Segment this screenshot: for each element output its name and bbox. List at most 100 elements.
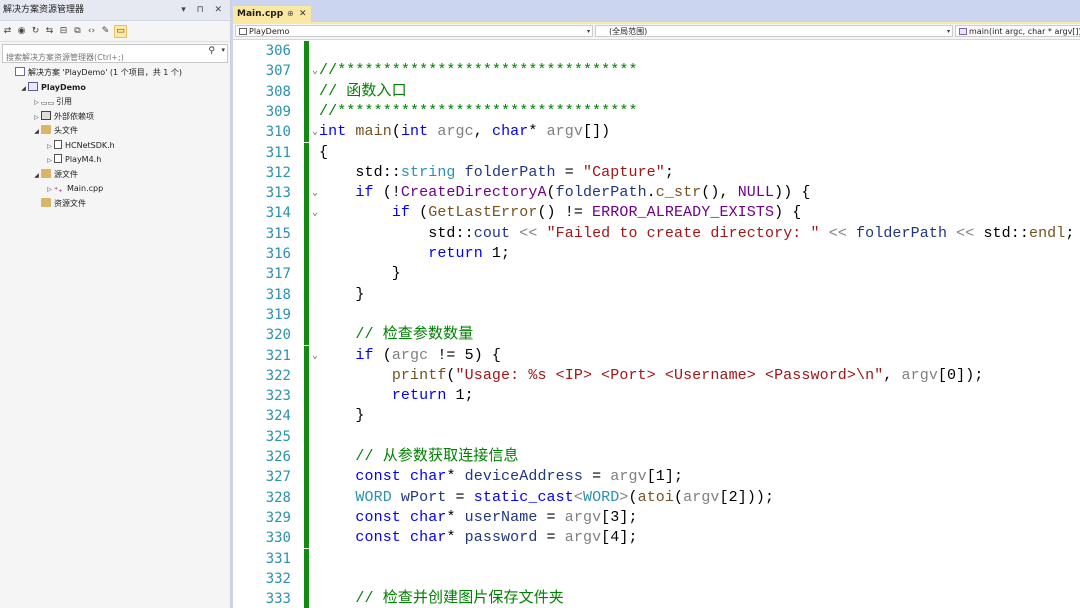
code-line[interactable]: 321 ⌄ if (argc != 5) { (233, 345, 1080, 366)
change-marker (304, 304, 309, 326)
tree-item-label: PlayM4.h (65, 155, 102, 164)
line-number: 333 (265, 591, 291, 608)
close-icon[interactable]: ✕ (299, 6, 307, 22)
history-icon[interactable]: ↻ (30, 26, 41, 37)
code-line[interactable]: 329 const char* userName = argv[3]; (233, 507, 1080, 529)
line-number: 314 (265, 205, 291, 222)
collapse-all-icon[interactable]: ⊟ (58, 26, 69, 37)
folder-icon (41, 125, 51, 134)
chevron-down-icon[interactable]: ▾ (221, 46, 225, 54)
code-line[interactable]: 319 (233, 304, 1080, 326)
code-line[interactable]: 308 // 函数入口 (233, 81, 1080, 102)
project-dropdown[interactable]: PlayDemo ▾ (235, 25, 593, 37)
tree-item-label: 头文件 (54, 126, 78, 135)
solution-search-input[interactable] (3, 50, 199, 65)
code-line[interactable]: 310 ⌄ int main(int argc, char* argv[]) (233, 122, 1080, 143)
code-text: } (319, 265, 401, 283)
code-line[interactable]: 315 std::cout << "Failed to create direc… (233, 223, 1080, 244)
header-file-icon (54, 154, 62, 163)
tree-item[interactable]: ▷ ▭▭ 引用 (0, 95, 230, 110)
code-view-icon[interactable]: ‹› (86, 26, 97, 37)
code-line[interactable]: 320 // 检查参数数量 (233, 325, 1080, 346)
code-line[interactable]: 333 // 检查并创建图片保存文件夹 (233, 589, 1080, 608)
arrows-icon[interactable]: ⇆ (44, 26, 55, 37)
change-marker (304, 203, 309, 224)
line-number: 307 (265, 63, 291, 80)
change-marker (304, 81, 309, 102)
preview-icon[interactable]: ▭ (114, 24, 127, 38)
tree-item[interactable]: ▷ PlayM4.h (0, 153, 230, 168)
tree-item[interactable]: ◢ 头文件 (0, 124, 230, 139)
function-name: main(int argc, char * argv[]) (969, 27, 1080, 36)
collapsed-arrow-icon[interactable]: ▷ (32, 111, 41, 126)
show-all-files-icon[interactable]: ⧉ (72, 26, 83, 37)
code-line[interactable]: 323 return 1; (233, 386, 1080, 407)
change-marker (304, 528, 309, 549)
change-marker (304, 162, 309, 184)
code-text: } (319, 285, 365, 303)
collapsed-arrow-icon[interactable]: ▷ (45, 183, 54, 198)
code-line[interactable]: 307 ⌄//********************************* (233, 61, 1080, 82)
change-marker (304, 284, 309, 305)
code-line[interactable]: 318 } (233, 284, 1080, 305)
properties-icon[interactable]: ✎ (100, 26, 111, 37)
code-line[interactable]: 306 (233, 41, 1080, 62)
code-line[interactable]: 309 //********************************* (233, 101, 1080, 123)
code-line[interactable]: 313 ⌄ if (!CreateDirectoryA(folderPath.c_… (233, 183, 1080, 204)
change-marker (304, 264, 309, 285)
tree-item[interactable]: 资源文件 (0, 197, 230, 212)
collapsed-arrow-icon[interactable]: ▷ (45, 154, 54, 169)
code-line[interactable]: 331 (233, 548, 1080, 569)
code-line[interactable]: 312 std::string folderPath = "Capture"; (233, 162, 1080, 184)
home-icon[interactable]: ◉ (16, 26, 27, 37)
expanded-arrow-icon[interactable]: ◢ (32, 125, 41, 140)
line-number: 323 (265, 388, 291, 405)
window-controls[interactable]: ▾ ⊓ ✕ (181, 0, 226, 20)
code-line[interactable]: 311 { (233, 142, 1080, 163)
code-text: return 1; (428, 245, 511, 262)
line-number: 327 (265, 469, 291, 486)
fold-toggle-icon[interactable]: ⌄ (311, 61, 319, 81)
collapsed-arrow-icon[interactable]: ▷ (45, 140, 54, 155)
code-line[interactable]: 332 (233, 568, 1080, 590)
code-line[interactable]: 322 printf("Usage: %s <IP> <Port> <Usern… (233, 365, 1080, 387)
expanded-arrow-icon[interactable]: ◢ (32, 169, 41, 184)
collapsed-arrow-icon[interactable]: ▷ (32, 96, 41, 111)
change-marker (304, 41, 309, 62)
tree-item[interactable]: ▷ ⁺₊ Main.cpp (0, 182, 230, 197)
code-line[interactable]: 317 } (233, 264, 1080, 285)
function-dropdown[interactable]: main(int argc, char * argv[]) (955, 25, 1080, 37)
scope-dropdown[interactable]: (全局范围) ▾ (595, 25, 953, 37)
code-text: } (319, 407, 365, 425)
solution-explorer-panel: 解决方案资源管理器 ▾ ⊓ ✕ ⇄ ◉ ↻ ⇆ ⊟ ⧉ ‹› ✎ ▭ ⚲ ▾ 解… (0, 0, 231, 608)
change-marker (304, 548, 309, 569)
fold-toggle-icon[interactable]: ⌄ (311, 203, 319, 223)
fold-toggle-icon[interactable]: ⌄ (311, 122, 319, 142)
code-line[interactable]: 324 } (233, 406, 1080, 427)
code-line[interactable]: 325 (233, 426, 1080, 447)
code-editor[interactable]: 306 307 ⌄//*******************************… (233, 40, 1080, 608)
line-number: 316 (265, 246, 291, 262)
tree-item[interactable]: 解决方案 'PlayDemo' (1 个项目，共 1 个) (0, 66, 230, 81)
pin-icon[interactable]: ⊕ (287, 6, 294, 22)
code-line[interactable]: 327 const char* deviceAddress = argv[1]; (233, 467, 1080, 488)
tree-item[interactable]: ◢ PlayDemo (0, 81, 230, 96)
code-line[interactable]: 328 WORD wPort = static_cast<WORD>(atoi(… (233, 487, 1080, 508)
tree-item[interactable]: ◢ 源文件 (0, 168, 230, 183)
sync-icon[interactable]: ⇄ (2, 26, 13, 37)
expanded-arrow-icon[interactable]: ◢ (19, 82, 28, 97)
code-line[interactable]: 316 return 1; (233, 244, 1080, 265)
tab-main-cpp[interactable]: Main.cpp ⊕ ✕ (233, 6, 311, 22)
fold-toggle-icon[interactable]: ⌄ (311, 346, 319, 366)
fold-toggle-icon[interactable]: ⌄ (311, 183, 319, 203)
search-icon[interactable]: ⚲ (208, 46, 215, 56)
line-number: 306 (265, 43, 291, 59)
line-number: 322 (265, 367, 291, 384)
code-line[interactable]: 314 ⌄ if (GetLastError() != ERROR_ALREADY… (233, 203, 1080, 224)
code-text: { (319, 143, 329, 161)
change-marker (304, 223, 309, 244)
tree-item[interactable]: ▷ 外部依赖项 (0, 110, 230, 125)
code-line[interactable]: 326 // 从参数获取连接信息 (233, 447, 1080, 468)
code-line[interactable]: 330 const char* password = argv[4]; (233, 528, 1080, 549)
tree-item[interactable]: ▷ HCNetSDK.h (0, 139, 230, 154)
